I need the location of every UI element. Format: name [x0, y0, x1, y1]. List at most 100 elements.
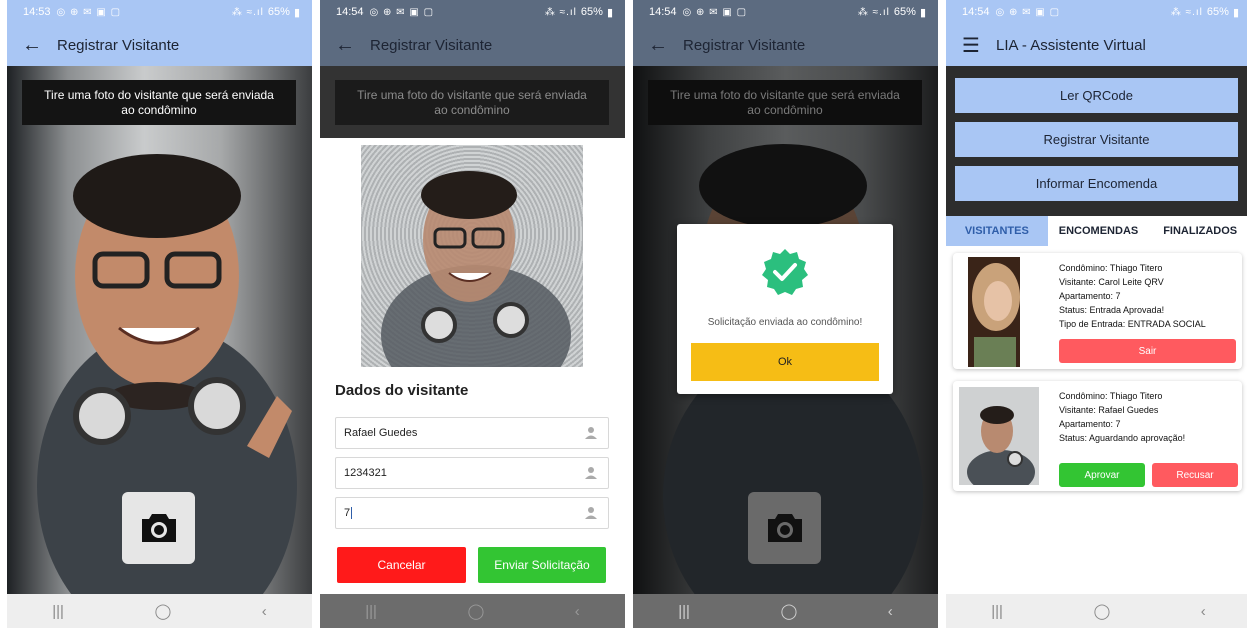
ok-button[interactable]: Ok — [691, 343, 879, 381]
visitor-form-screen: 14:54 ◎ ⊕ ✉ ▣ ▢ ⁂ ≈.ıl 65% ▮ ← Registrar Vi… — [320, 0, 625, 628]
visitor-document-input[interactable]: 1234321 — [335, 457, 609, 489]
status-bar: 14:54 ◎ ⊕ ✉ ▣ ▢ ⁂ ≈.ıl 65% ▮ — [633, 0, 938, 24]
status-bar: 14:53 ◎ ⊕ ✉ ▣ ▢ ⁂ ≈.ıl 65% ▮ — [7, 0, 312, 24]
info-line: Apartamento: 7 — [1059, 291, 1121, 301]
recent-apps-icon[interactable]: ||| — [52, 603, 64, 620]
approve-button[interactable]: Aprovar — [1059, 463, 1145, 487]
visitor-thumbnail — [959, 387, 1039, 485]
home-icon[interactable]: ◯ — [467, 602, 484, 620]
notification-icons: ◎ ⊕ ✉ ▣ ▢ — [56, 6, 122, 18]
nav-back-icon[interactable]: ‹ — [888, 603, 893, 620]
battery-icon: ▮ — [606, 6, 613, 19]
visitor-name-input[interactable]: Rafael Guedes — [335, 417, 609, 449]
page-title: Registrar Visitante — [683, 36, 806, 54]
info-line: Status: Entrada Aprovada! — [1059, 305, 1165, 315]
info-line: Status: Aguardando aprovação! — [1059, 433, 1186, 443]
home-icon[interactable]: ◯ — [1093, 602, 1110, 620]
tab-finalizados[interactable]: FINALIZADOS — [1149, 216, 1247, 246]
battery-icon: ▮ — [293, 6, 300, 19]
page-title: Registrar Visitante — [57, 36, 180, 54]
visitor-photo-image — [381, 171, 571, 367]
nav-back-icon[interactable]: ‹ — [575, 603, 580, 620]
back-arrow-icon[interactable]: ← — [320, 24, 370, 66]
home-icon[interactable]: ◯ — [780, 602, 797, 620]
battery-level: 65% — [267, 6, 290, 18]
send-request-button[interactable]: Enviar Solicitação — [478, 547, 606, 583]
success-dialog: Solicitação enviada ao condômino! Ok — [677, 224, 893, 394]
notification-icons: ◎ ⊕ ✉ ▣ ▢ — [995, 6, 1061, 18]
recent-apps-icon[interactable]: ||| — [678, 603, 690, 620]
text-cursor — [351, 507, 353, 519]
app-bar: ☰ LIA - Assistente Virtual — [946, 24, 1247, 66]
tab-visitantes[interactable]: VISITANTES — [946, 216, 1048, 246]
photo-hint: Tire uma foto do visitante que será envi… — [335, 80, 609, 125]
inform-package-button[interactable]: Informar Encomenda — [955, 166, 1238, 201]
hamburger-menu-icon[interactable]: ☰ — [946, 24, 996, 66]
system-nav-bar: ||| ◯ ‹ — [7, 594, 312, 628]
system-nav-bar: ||| ◯ ‹ — [320, 594, 625, 628]
home-icon[interactable]: ◯ — [154, 602, 171, 620]
photo-hint: Tire uma foto do visitante que será envi… — [22, 80, 296, 125]
visitor-info: Condômino: Thiago Titero Visitante: Rafa… — [1059, 389, 1185, 445]
recent-apps-icon[interactable]: ||| — [991, 603, 1003, 620]
signal-icons: ⁂ ≈.ıl — [544, 6, 577, 18]
nav-back-icon[interactable]: ‹ — [262, 603, 267, 620]
visitor-photo — [361, 145, 583, 367]
success-check-icon — [762, 249, 808, 295]
visitor-card: Condômino: Thiago Titero Visitante: Rafa… — [953, 381, 1242, 491]
battery-level: 65% — [893, 6, 916, 18]
register-visitor-button[interactable]: Registrar Visitante — [955, 122, 1238, 157]
app-bar: ← Registrar Visitante — [7, 24, 312, 66]
visitor-thumbnail — [968, 257, 1020, 367]
info-line: Tipo de Entrada: ENTRADA SOCIAL — [1059, 319, 1206, 329]
clock: 14:54 — [962, 6, 990, 18]
back-arrow-icon[interactable]: ← — [7, 24, 57, 66]
signal-icons: ⁂ ≈.ıl — [231, 6, 264, 18]
camera-screen: 14:53 ◎ ⊕ ✉ ▣ ▢ ⁂ ≈.ıl 65% ▮ ← Registrar Vi… — [7, 0, 312, 628]
battery-icon: ▮ — [919, 6, 926, 19]
battery-icon: ▮ — [1232, 6, 1239, 19]
exit-button[interactable]: Sair — [1059, 339, 1236, 363]
camera-shutter-button[interactable] — [748, 492, 821, 564]
cancel-button[interactable]: Cancelar — [337, 547, 466, 583]
signal-icons: ⁂ ≈.ıl — [1170, 6, 1203, 18]
page-title: Registrar Visitante — [370, 36, 493, 54]
camera-shutter-button[interactable] — [122, 492, 195, 564]
status-bar: 14:54 ◎ ⊕ ✉ ▣ ▢ ⁂ ≈.ıl 65% ▮ — [320, 0, 625, 24]
apartment-value: 7 — [344, 507, 351, 519]
user-icon — [585, 427, 597, 439]
visitor-photo-image — [959, 387, 1039, 485]
tab-encomendas[interactable]: ENCOMENDAS — [1048, 216, 1150, 246]
visitor-info: Condômino: Thiago Titero Visitante: Caro… — [1059, 261, 1206, 331]
visitor-name-value: Rafael Guedes — [344, 427, 418, 439]
clock: 14:54 — [336, 6, 364, 18]
clock: 14:54 — [649, 6, 677, 18]
photo-hint: Tire uma foto do visitante que será envi… — [648, 80, 922, 125]
system-nav-bar: ||| ◯ ‹ — [633, 594, 938, 628]
apartment-input[interactable]: 7 — [335, 497, 609, 529]
app-bar: ← Registrar Visitante — [320, 24, 625, 66]
read-qrcode-button[interactable]: Ler QRCode — [955, 78, 1238, 113]
user-icon — [585, 467, 597, 479]
visitor-photo-image — [968, 257, 1020, 367]
clock: 14:53 — [23, 6, 51, 18]
visitor-card: Condômino: Thiago Titero Visitante: Caro… — [953, 253, 1242, 369]
tab-bar: VISITANTES ENCOMENDAS FINALIZADOS — [946, 216, 1247, 246]
page-title: LIA - Assistente Virtual — [996, 36, 1146, 54]
camera-icon — [141, 514, 176, 542]
visitor-document-value: 1234321 — [344, 467, 387, 479]
battery-level: 65% — [580, 6, 603, 18]
info-line: Apartamento: 7 — [1059, 419, 1121, 429]
reject-button[interactable]: Recusar — [1152, 463, 1238, 487]
signal-icons: ⁂ ≈.ıl — [857, 6, 890, 18]
back-arrow-icon[interactable]: ← — [633, 24, 683, 66]
recent-apps-icon[interactable]: ||| — [365, 603, 377, 620]
notification-icons: ◎ ⊕ ✉ ▣ ▢ — [682, 6, 748, 18]
dashboard-screen: 14:54 ◎ ⊕ ✉ ▣ ▢ ⁂ ≈.ıl 65% ▮ ☰ LIA - Assist… — [946, 0, 1247, 628]
battery-level: 65% — [1206, 6, 1229, 18]
confirmation-screen: 14:54 ◎ ⊕ ✉ ▣ ▢ ⁂ ≈.ıl 65% ▮ ← Registrar Vi… — [633, 0, 938, 628]
nav-back-icon[interactable]: ‹ — [1201, 603, 1206, 620]
user-icon — [585, 507, 597, 519]
camera-icon — [767, 514, 802, 542]
info-line: Condômino: Thiago Titero — [1059, 263, 1163, 273]
